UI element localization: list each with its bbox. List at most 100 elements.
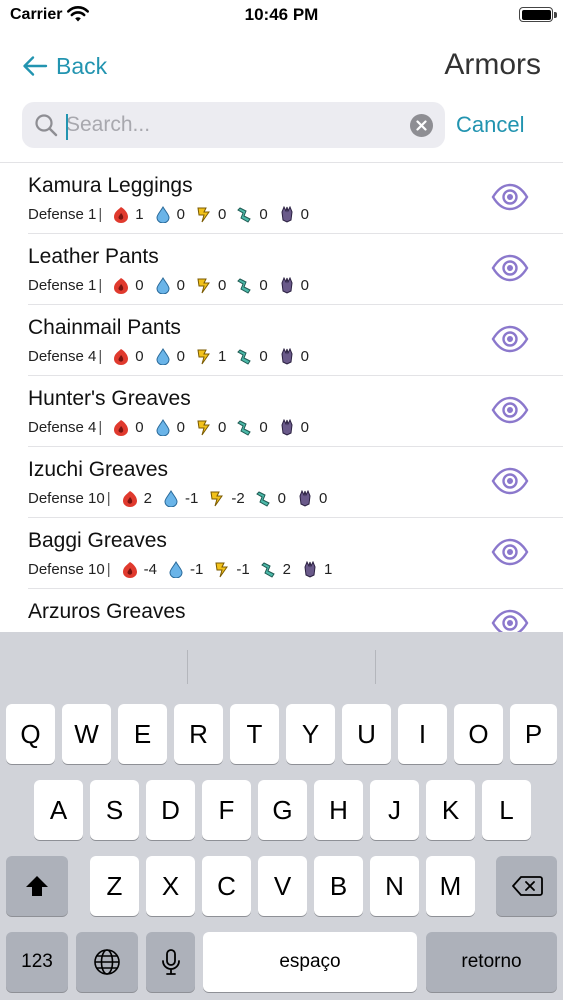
armor-stats: Defense 10 | 2 -1 -2 0 0 (28, 490, 338, 507)
armor-name: Hunter's Greaves (28, 387, 191, 410)
key-b[interactable]: B (314, 856, 363, 916)
microphone-key[interactable] (146, 932, 195, 992)
key-v[interactable]: V (258, 856, 307, 916)
list-item[interactable]: Izuchi Greaves Defense 10 | 2 -1 -2 0 0 (28, 447, 563, 518)
fire-icon (114, 349, 129, 365)
thunder-value: 0 (217, 206, 227, 223)
key-l[interactable]: L (482, 780, 531, 840)
key-o[interactable]: O (454, 704, 503, 764)
ice-value: 0 (259, 348, 268, 365)
fire-icon (114, 207, 129, 223)
armor-name: Izuchi Greaves (28, 458, 169, 481)
key-q[interactable]: Q (6, 704, 55, 764)
eye-icon[interactable] (491, 323, 529, 355)
armor-name: Baggi Greaves (28, 529, 167, 552)
fire-value: 0 (135, 419, 144, 436)
space-key[interactable]: espaço (203, 932, 417, 992)
search-icon (35, 114, 58, 137)
eye-icon[interactable] (491, 252, 529, 284)
fire-value: 1 (135, 206, 144, 223)
globe-icon (94, 949, 120, 975)
key-w[interactable]: W (62, 704, 111, 764)
armor-name: Kamura Leggings (28, 174, 193, 197)
key-c[interactable]: C (202, 856, 251, 916)
ice-value: 0 (259, 419, 268, 436)
separator: | (98, 419, 103, 436)
armor-stats: Defense 1 | 1 0 0 0 0 (28, 206, 320, 223)
key-u[interactable]: U (342, 704, 391, 764)
search-input[interactable] (66, 110, 396, 140)
eye-icon[interactable] (491, 536, 529, 568)
water-icon (156, 419, 170, 436)
armor-list[interactable]: Kamura Leggings Defense 1 | 1 0 0 0 0 Le… (0, 162, 563, 632)
water-icon (156, 206, 170, 223)
key-n[interactable]: N (370, 856, 419, 916)
armor-name: Chainmail Pants (28, 316, 181, 339)
separator: | (98, 206, 103, 223)
dragon-value: 0 (300, 348, 310, 365)
key-z[interactable]: Z (90, 856, 139, 916)
water-icon (156, 277, 170, 294)
key-x[interactable]: X (146, 856, 195, 916)
key-y[interactable]: Y (286, 704, 335, 764)
key-h[interactable]: H (314, 780, 363, 840)
key-f[interactable]: F (202, 780, 251, 840)
suggestion-divider (187, 650, 188, 684)
dragon-icon (304, 561, 316, 578)
dragon-value: 0 (300, 277, 310, 294)
fire-icon (122, 562, 137, 578)
eye-icon[interactable] (491, 181, 529, 213)
list-item[interactable]: Hunter's Greaves Defense 4 | 0 0 0 0 0 (28, 376, 563, 447)
list-item[interactable]: Chainmail Pants Defense 4 | 0 0 1 0 0 (28, 305, 563, 376)
list-item[interactable]: Arzuros Greaves (28, 589, 563, 632)
fire-icon (114, 278, 129, 294)
key-k[interactable]: K (426, 780, 475, 840)
defense-label: Defense (28, 348, 84, 365)
key-a[interactable]: A (34, 780, 83, 840)
fire-value: 0 (135, 277, 144, 294)
defense-label: Defense (28, 561, 84, 578)
water-icon (156, 348, 170, 365)
list-item[interactable]: Leather Pants Defense 1 | 0 0 0 0 0 (28, 234, 563, 305)
water-icon (169, 561, 183, 578)
key-s[interactable]: S (90, 780, 139, 840)
search-bar[interactable] (22, 102, 445, 148)
key-g[interactable]: G (258, 780, 307, 840)
water-value: 0 (176, 277, 185, 294)
shift-key[interactable] (6, 856, 68, 916)
page-title: Armors (444, 48, 541, 81)
key-d[interactable]: D (146, 780, 195, 840)
delete-key[interactable] (496, 856, 557, 916)
list-item[interactable]: Baggi Greaves Defense 10 | -4 -1 -1 2 1 (28, 518, 563, 589)
keyboard: Q W E R T Y U I O P A S D F G H J K L Z … (0, 632, 563, 1000)
back-label: Back (56, 52, 108, 79)
key-i[interactable]: I (398, 704, 447, 764)
clear-search-button[interactable] (410, 114, 433, 137)
ice-icon (237, 207, 252, 223)
key-r[interactable]: R (174, 704, 223, 764)
return-key[interactable]: retorno (426, 932, 557, 992)
key-p[interactable]: P (510, 704, 557, 764)
thunder-icon (197, 349, 210, 365)
key-t[interactable]: T (230, 704, 279, 764)
key-m[interactable]: M (426, 856, 475, 916)
eye-icon[interactable] (491, 394, 529, 426)
battery-icon (519, 7, 557, 22)
list-item[interactable]: Kamura Leggings Defense 1 | 1 0 0 0 0 (28, 163, 563, 234)
dragon-icon (281, 348, 293, 365)
back-button[interactable]: Back (22, 50, 107, 82)
defense-value: 4 (88, 419, 97, 436)
thunder-value: -2 (231, 490, 245, 507)
ice-icon (237, 349, 252, 365)
key-e[interactable]: E (118, 704, 167, 764)
cancel-button[interactable]: Cancel (456, 112, 524, 138)
dragon-icon (281, 419, 293, 436)
text-cursor (66, 114, 68, 140)
globe-key[interactable] (76, 932, 138, 992)
numbers-key[interactable]: 123 (6, 932, 68, 992)
eye-icon[interactable] (491, 465, 529, 497)
eye-icon[interactable] (491, 607, 529, 632)
thunder-icon (197, 207, 210, 223)
key-j[interactable]: J (370, 780, 419, 840)
defense-value: 10 (88, 490, 105, 507)
